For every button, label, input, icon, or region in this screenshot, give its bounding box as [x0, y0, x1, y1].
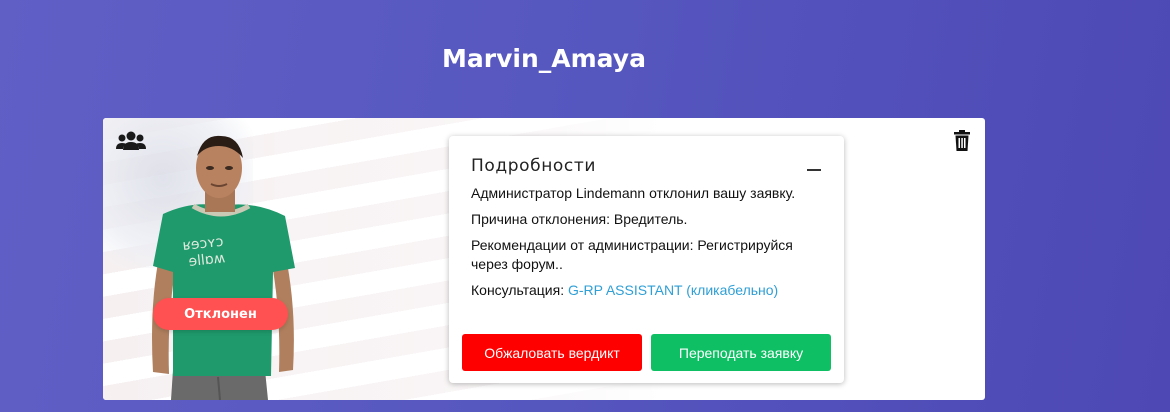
- appeal-verdict-button[interactable]: Обжаловать вердикт: [462, 334, 642, 371]
- status-badge: Отклонен: [153, 298, 288, 330]
- details-admin-line: Администратор Lindemann отклонил вашу за…: [471, 185, 796, 201]
- player-name: Marvin_Amaya: [442, 44, 646, 73]
- resubmit-application-button[interactable]: Переподать заявку: [651, 334, 831, 371]
- details-body: Администратор Lindemann отклонил вашу за…: [471, 184, 821, 307]
- group-icon: [116, 131, 146, 150]
- details-reason-line: Причина отклонения: Вредитель.: [471, 211, 688, 227]
- trash-icon[interactable]: [953, 130, 971, 152]
- minus-icon[interactable]: [807, 169, 821, 171]
- character-skin-image: ʁɘɔʏɔ ɘllɒʍ: [152, 135, 295, 400]
- details-title: Подробности: [471, 156, 597, 176]
- details-panel: Подробности Администратор Lindemann откл…: [449, 136, 844, 383]
- details-consultation-line: Консультация: G-RP ASSISTANT (кликабельн…: [471, 281, 821, 300]
- consultation-label: Консультация:: [471, 282, 568, 298]
- consultation-link[interactable]: G-RP ASSISTANT (кликабельно): [568, 282, 778, 298]
- details-recommendation-line: Рекомендации от администрации: Регистрир…: [471, 237, 793, 272]
